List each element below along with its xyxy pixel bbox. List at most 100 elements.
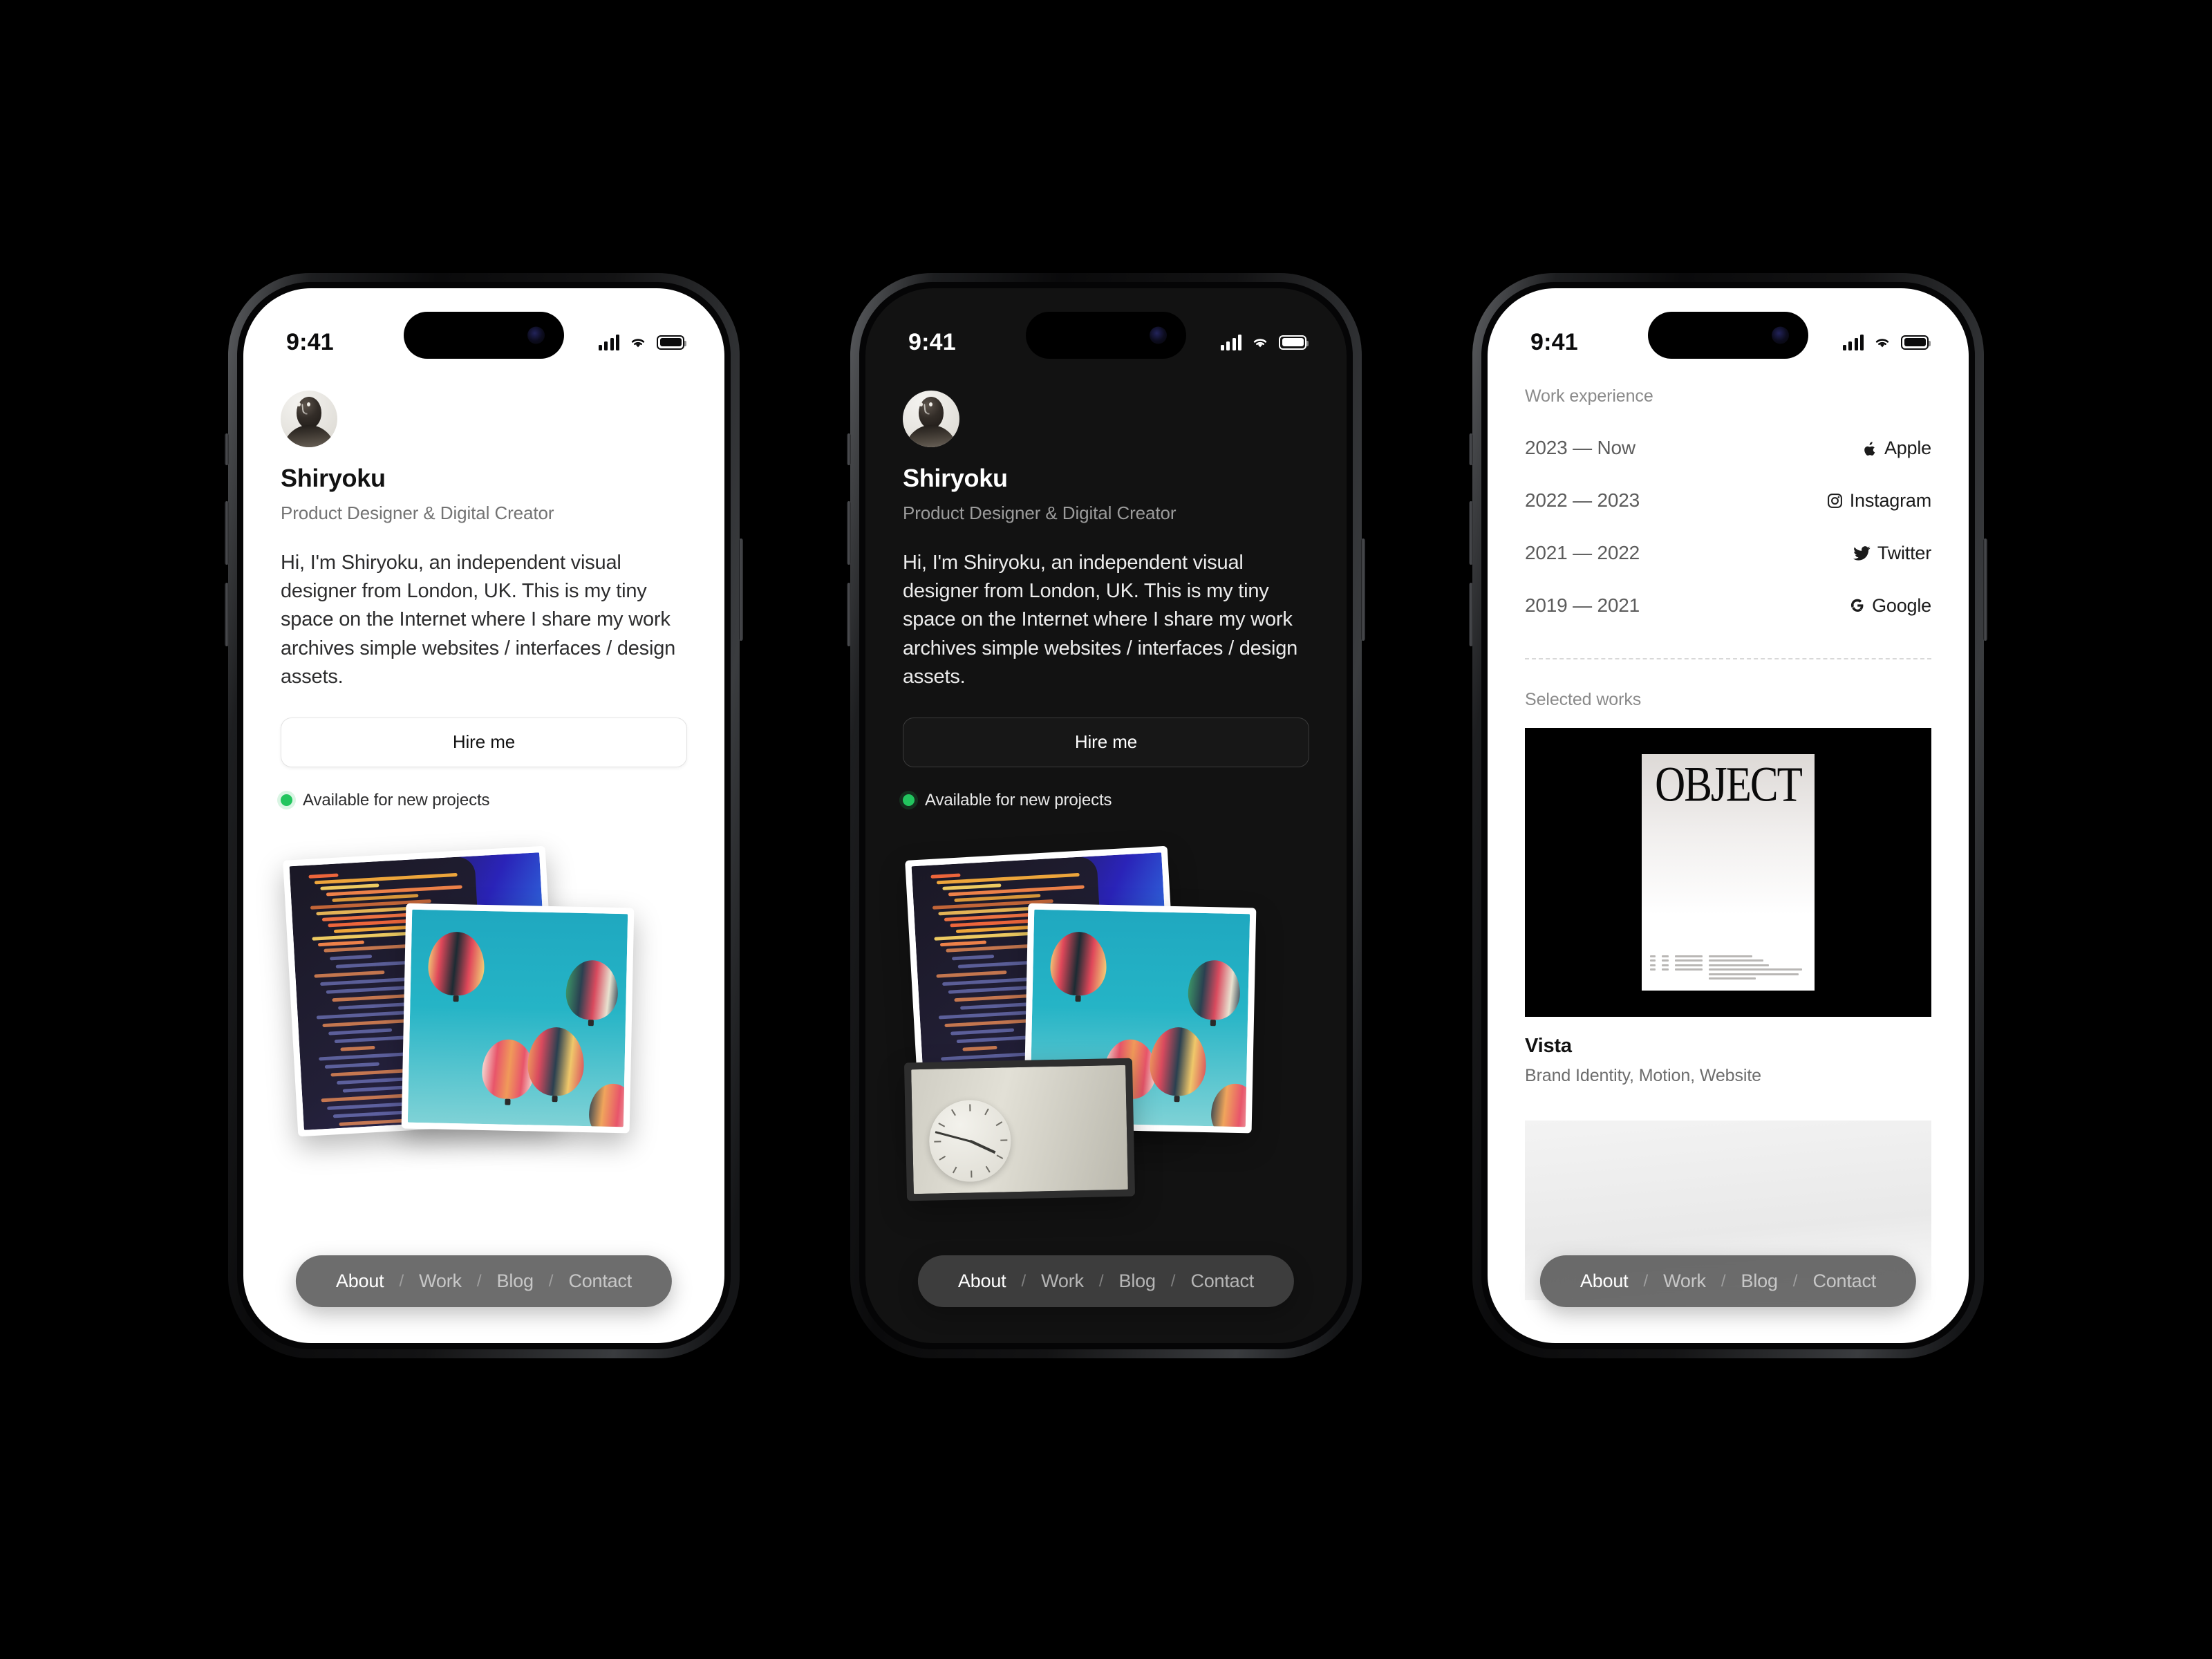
work-experience-row[interactable]: 2023 — Now Apple [1525,437,1931,459]
work-experience-years: 2023 — Now [1525,437,1635,458]
nav-item-contact[interactable]: Contact [553,1271,647,1292]
poster-credits [1650,955,1806,980]
work-experience-row[interactable]: 2021 — 2022 Twitter [1525,542,1931,564]
power-button[interactable] [1983,538,1987,641]
volume-up-button[interactable] [847,501,851,565]
gallery-item-balloons[interactable] [401,903,635,1134]
work-tags: Brand Identity, Motion, Website [1525,1066,1761,1085]
device-phone-2: 9:41 Shiryoku Product Designer & Digital… [847,273,1365,1358]
hot-air-balloon-icon [1210,1083,1250,1127]
work-thumbnail-vista[interactable]: OBJECT [1525,728,1931,1017]
profile-role: Product Designer & Digital Creator [903,503,1177,523]
power-button[interactable] [1361,538,1365,641]
nav-separator: / [1643,1271,1649,1291]
status-time: 9:41 [1530,328,1578,355]
volume-up-button[interactable] [225,501,229,565]
front-camera-icon [1772,326,1789,344]
hot-air-balloon-icon [1187,959,1241,1020]
mute-switch[interactable] [1469,433,1473,465]
power-button[interactable] [739,538,743,641]
wifi-icon [1875,339,1889,348]
work-experience-list: 2023 — Now Apple 2022 — 2023 Instagram 2021 … [1525,437,1931,617]
screen-dark-about: 9:41 Shiryoku Product Designer & Digital… [865,288,1347,1343]
hot-air-balloon-icon [588,1083,628,1127]
profile-bio: Hi, I'm Shiryoku, an independent visual … [903,552,1298,688]
nav-item-work[interactable]: Work [1648,1271,1721,1292]
selected-works-label: Selected works [1525,690,1642,709]
avatar [281,391,337,447]
nav-separator: / [399,1271,404,1291]
company-name: Twitter [1877,542,1931,563]
dynamic-island [1026,312,1186,359]
twitter-bird-icon [1853,545,1871,561]
device-bezel: 9:41 Shiryoku Product Designer & Digital… [859,282,1353,1349]
cellular-bars-icon [1220,334,1241,350]
nav-item-blog[interactable]: Blog [482,1271,549,1292]
nav-separator: / [548,1271,554,1291]
nav-item-about[interactable]: About [1565,1271,1644,1292]
instagram-logo-icon [1827,493,1843,509]
nav-item-about[interactable]: About [943,1271,1022,1292]
section-divider [1525,658,1931,659]
battery-icon [1279,335,1309,350]
gallery-item-wall-clock[interactable] [903,1058,1136,1201]
nav-item-contact[interactable]: Contact [1175,1271,1269,1292]
volume-down-button[interactable] [847,583,851,646]
google-g-icon [1850,598,1865,613]
mute-switch[interactable] [225,433,229,465]
work-experience-years: 2022 — 2023 [1525,489,1640,511]
object-poster: OBJECT [1642,754,1815,991]
profile-name: Shiryoku [903,464,1008,492]
work-experience-years: 2021 — 2022 [1525,542,1640,563]
nav-item-contact[interactable]: Contact [1797,1271,1891,1292]
nav-item-work[interactable]: Work [1026,1271,1099,1292]
volume-down-button[interactable] [225,583,229,646]
profile-name: Shiryoku [281,464,386,492]
work-experience-company: Google [1850,595,1931,617]
availability-status: Available for new projects [281,791,687,810]
availability-status: Available for new projects [903,791,1309,810]
device-bezel: 9:41 Work experience 2023 — Now Apple 2022… [1481,282,1975,1349]
wifi-icon [631,339,645,348]
cellular-bars-icon [1842,334,1864,350]
screen-light-work: 9:41 Work experience 2023 — Now Apple 2022… [1488,288,1969,1343]
volume-down-button[interactable] [1469,583,1473,646]
about-page-dark: Shiryoku Product Designer & Digital Crea… [865,288,1347,1343]
availability-label: Available for new projects [925,790,1112,809]
bottom-nav: About / Work / Blog / Contact [295,1255,673,1307]
nav-item-work[interactable]: Work [404,1271,477,1292]
nav-item-blog[interactable]: Blog [1726,1271,1793,1292]
company-name: Instagram [1849,489,1931,511]
hot-air-balloon-icon [1149,1027,1207,1096]
mute-switch[interactable] [847,433,851,465]
status-time: 9:41 [286,328,334,355]
work-experience-row[interactable]: 2019 — 2021 Google [1525,594,1931,617]
work-title: Vista [1525,1035,1572,1057]
status-indicators [1842,334,1931,350]
apple-logo-icon [1862,439,1877,457]
hire-me-button[interactable]: Hire me [903,717,1309,767]
volume-up-button[interactable] [1469,501,1473,565]
about-page-light: Shiryoku Product Designer & Digital Crea… [243,288,724,1343]
work-experience-company: Instagram [1827,490,1931,512]
nav-item-blog[interactable]: Blog [1104,1271,1171,1292]
wifi-icon [1253,339,1267,348]
nav-separator: / [1170,1271,1176,1291]
front-camera-icon [1150,326,1167,344]
hire-me-button[interactable]: Hire me [281,717,687,767]
work-experience-company: Twitter [1853,543,1931,564]
profile-bio: Hi, I'm Shiryoku, an independent visual … [281,552,676,688]
hot-air-balloon-icon [481,1038,535,1100]
battery-icon [1901,335,1931,350]
profile-role: Product Designer & Digital Creator [281,503,554,523]
device-phone-3: 9:41 Work experience 2023 — Now Apple 2022… [1469,273,1987,1358]
work-experience-row[interactable]: 2022 — 2023 Instagram [1525,489,1931,512]
status-time: 9:41 [908,328,956,355]
company-name: Google [1872,594,1931,616]
nav-item-about[interactable]: About [321,1271,400,1292]
front-camera-icon [527,326,545,344]
hot-air-balloon-icon [427,930,485,997]
status-indicators [1220,334,1309,350]
bottom-nav: About / Work / Blog / Contact [1539,1255,1917,1307]
nav-separator: / [1792,1271,1798,1291]
